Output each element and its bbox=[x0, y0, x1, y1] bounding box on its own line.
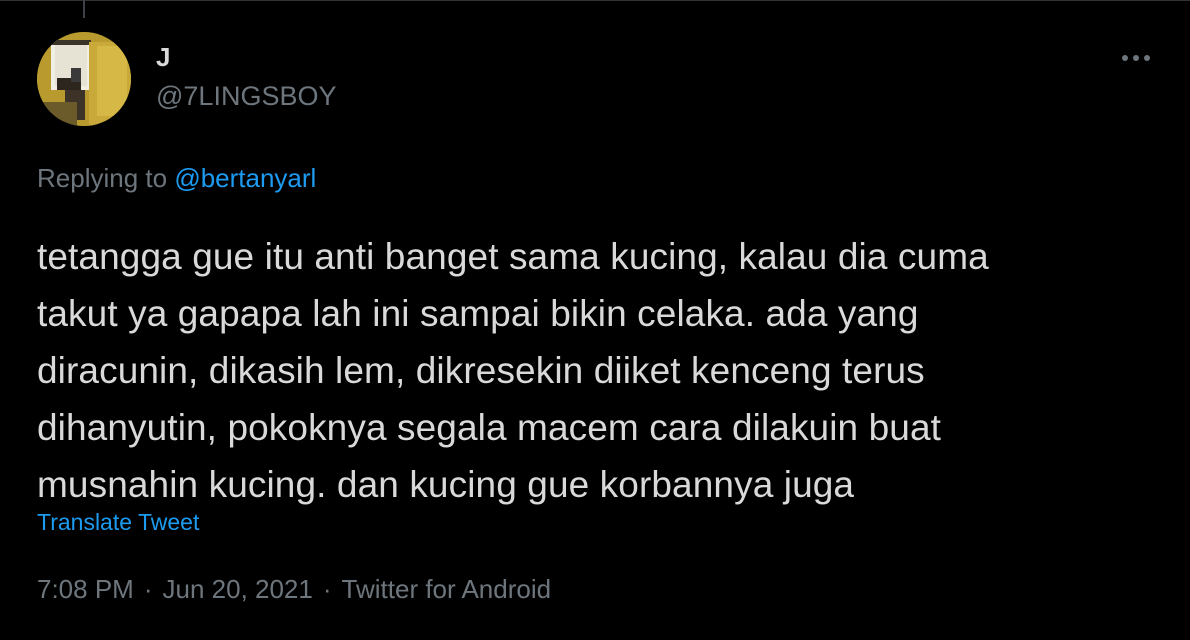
tweet-metadata: 7:08 PM · Jun 20, 2021 · Twitter for Android bbox=[37, 573, 551, 605]
tweet-text-line: takut ya gapapa lah ini sampai bikin cel… bbox=[37, 293, 919, 334]
tweet-date: Jun 20, 2021 bbox=[162, 574, 313, 604]
tweet-text-line: dihanyutin, pokoknya segala macem cara d… bbox=[37, 407, 942, 448]
tweet-text: tetangga gue itu anti banget sama kucing… bbox=[37, 228, 1177, 513]
replying-to-label: Replying to bbox=[37, 163, 175, 193]
tweet-text-line: musnahin kucing. dan kucing gue korbanny… bbox=[37, 464, 855, 505]
avatar-image bbox=[37, 32, 131, 126]
tweet-text-line: diracunin, dikasih lem, dikresekin diike… bbox=[37, 350, 925, 391]
replying-to: Replying to @bertanyarl bbox=[37, 162, 316, 194]
tweet-time: 7:08 PM bbox=[37, 574, 134, 604]
author-display-name[interactable]: J bbox=[156, 42, 170, 72]
more-horizontal-icon bbox=[1122, 55, 1150, 61]
tweet-text-line: tetangga gue itu anti banget sama kucing… bbox=[37, 236, 989, 277]
meta-separator: · bbox=[322, 574, 332, 604]
top-divider bbox=[0, 0, 1190, 1]
avatar[interactable] bbox=[37, 32, 131, 126]
tweet-source-link[interactable]: Twitter for Android bbox=[342, 574, 552, 604]
more-options-button[interactable] bbox=[1116, 38, 1156, 78]
thread-connector-line bbox=[83, 0, 85, 18]
meta-separator: · bbox=[143, 574, 153, 604]
translate-tweet-link[interactable]: Translate Tweet bbox=[37, 508, 199, 536]
reply-mention-link[interactable]: @bertanyarl bbox=[174, 163, 316, 193]
author-handle[interactable]: @7LINGSBOY bbox=[156, 80, 336, 112]
